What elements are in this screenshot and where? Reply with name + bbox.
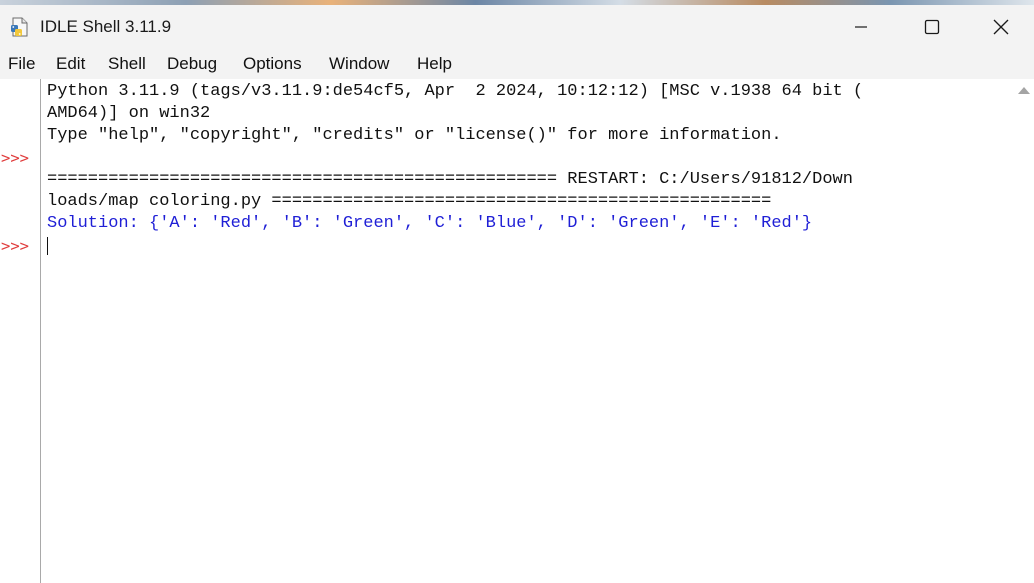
vertical-scrollbar[interactable] <box>1014 79 1034 583</box>
shell-editor[interactable]: >>> >>> Python 3.11.9 (tags/v3.11.9:de54… <box>0 79 1034 583</box>
menu-help[interactable]: Help <box>417 54 452 74</box>
close-button[interactable] <box>968 5 1034 49</box>
restart-banner-line: loads/map coloring.py ==================… <box>47 192 772 211</box>
menu-edit[interactable]: Edit <box>56 54 85 74</box>
close-icon <box>993 19 1009 35</box>
shell-prompt: >>> <box>1 237 29 255</box>
input-line[interactable] <box>47 235 1012 257</box>
shell-output[interactable]: Python 3.11.9 (tags/v3.11.9:de54cf5, Apr… <box>47 81 1012 581</box>
program-output-line: Solution: {'A': 'Red', 'B': 'Green', 'C'… <box>47 214 813 233</box>
scroll-up-arrow-icon[interactable] <box>1018 87 1030 94</box>
menu-debug[interactable]: Debug <box>167 54 217 74</box>
output-line: Type "help", "copyright", "credits" or "… <box>47 126 782 145</box>
minimize-icon <box>855 26 867 28</box>
output-line: AMD64)] on win32 <box>47 104 211 123</box>
maximize-icon <box>924 19 940 35</box>
window-title: IDLE Shell 3.11.9 <box>40 17 172 36</box>
minimize-button[interactable] <box>826 5 896 49</box>
prompt-gutter: >>> >>> <box>0 79 41 583</box>
python-idle-icon <box>11 17 28 37</box>
menu-bar: File Edit Shell Debug Options Window Hel… <box>0 49 1034 79</box>
menu-window[interactable]: Window <box>329 54 389 74</box>
restart-banner-line: ========================================… <box>47 170 853 189</box>
text-cursor <box>47 237 48 255</box>
shell-prompt: >>> <box>1 149 29 167</box>
menu-file[interactable]: File <box>8 54 35 74</box>
menu-shell[interactable]: Shell <box>108 54 146 74</box>
output-line: Python 3.11.9 (tags/v3.11.9:de54cf5, Apr… <box>47 82 864 101</box>
menu-options[interactable]: Options <box>243 54 302 74</box>
title-bar[interactable]: IDLE Shell 3.11.9 <box>0 5 1034 49</box>
maximize-button[interactable] <box>897 5 967 49</box>
